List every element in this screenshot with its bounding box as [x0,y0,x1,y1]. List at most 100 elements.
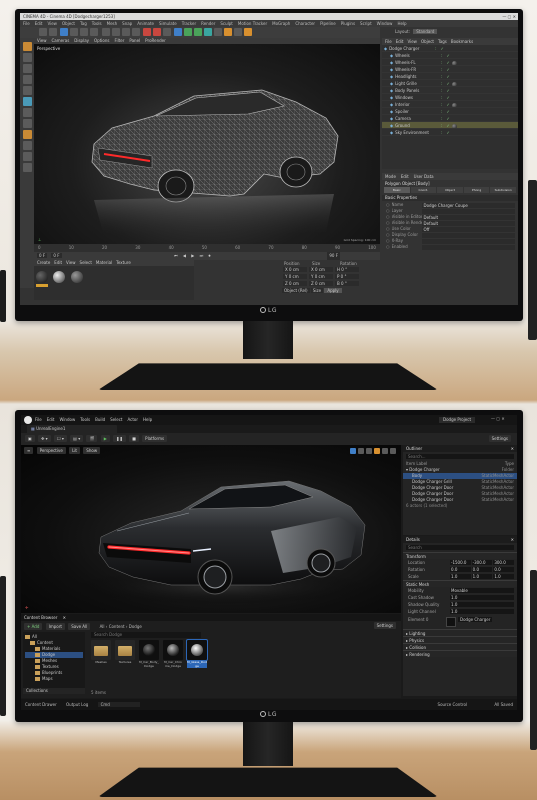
cb-asset-tile[interactable]: M_Car_Body_Dodge [139,640,159,672]
coord-field[interactable]: Y 0 cm [309,274,333,279]
enabled-check-icon[interactable]: ✓ [446,95,449,100]
enabled-check-icon[interactable]: ✓ [446,102,449,107]
ue-menu-file[interactable]: File [35,417,42,422]
det-value-field[interactable]: 300.0 [493,560,515,565]
frame-current[interactable]: 0 F [51,253,62,258]
object-manager-menu-tags[interactable]: Tags [438,39,447,44]
enabled-check-icon[interactable]: ✓ [446,88,449,93]
attr-menu-mode[interactable]: Mode [385,174,396,179]
playback-controls[interactable]: ⏮ ◀ ▶ ⏭ ⏺ [174,252,212,260]
visibility-dots-icon[interactable]: : [441,74,442,79]
attr-value[interactable] [421,232,515,238]
outliner-close-icon[interactable]: ✕ [511,445,514,452]
c4d-menu-view[interactable]: View [47,21,57,26]
material-tag-icon[interactable] [451,60,457,65]
viewport-menu-filter[interactable]: Filter [114,38,124,43]
attr-subtab-basic[interactable]: Basic [384,187,410,193]
material-tag-icon[interactable] [451,81,457,86]
ue-level-tab[interactable]: ▦ UnrealEngine1 [27,425,117,433]
enabled-check-icon[interactable]: ✓ [446,109,449,114]
ue-viewport[interactable]: ≡ Perspective Lit Show ✛ [21,445,401,613]
object-manager-menu-view[interactable]: View [407,39,417,44]
object-row[interactable]: ◆ Windows: ✓ [382,94,518,101]
ue-menu-edit[interactable]: Edit [47,417,55,422]
object-row[interactable]: ◆ Wheels: ✓ [382,52,518,59]
frame-end[interactable]: 90 F [327,252,340,260]
det-value-field[interactable]: Movable [450,588,514,593]
det-value-field[interactable]: 0.0 [450,567,471,572]
object-manager-menu-bookmarks[interactable]: Bookmarks [451,39,473,44]
c4d-menu-mesh[interactable]: Mesh [107,21,118,26]
material-body-ball[interactable] [36,271,48,283]
attr-value[interactable] [421,208,515,214]
enabled-check-icon[interactable]: ✓ [446,60,449,65]
attr-subtab-object[interactable]: Object [437,187,463,193]
visibility-dots-icon[interactable]: : [435,46,436,51]
c4d-menu-file[interactable]: File [23,21,30,26]
visibility-dots-icon[interactable]: : [441,116,442,121]
attr-menu-user-data[interactable]: User Data [414,174,434,179]
workplane-icon[interactable] [22,141,32,150]
visibility-dots-icon[interactable]: : [441,95,442,100]
attr-value[interactable] [421,244,515,250]
status-content-drawer[interactable]: Content Drawer [25,702,57,707]
c4d-menu-render[interactable]: Render [201,21,215,26]
c4d-menu-motion-tracker[interactable]: Motion Tracker [238,21,267,26]
coord-field[interactable]: B 0 ° [335,281,359,286]
object-manager-menu-edit[interactable]: Edit [396,39,404,44]
pen-icon[interactable] [184,28,193,36]
enabled-check-icon[interactable]: ✓ [446,81,449,86]
array-icon[interactable] [204,28,213,36]
frame-start[interactable]: 0 F [37,253,48,258]
render-settings-icon[interactable] [162,28,171,36]
cb-asset-tile[interactable]: Textures [115,640,135,672]
cinematics-button[interactable]: 🎬 [86,435,98,442]
viewport-menu-display[interactable]: Display [74,38,89,43]
coord-field[interactable]: X 0 cm [283,267,307,272]
outliner-search[interactable]: Search... [406,454,514,459]
axis-mode-icon[interactable] [22,108,32,117]
cb-search[interactable]: Search Dodge [91,632,201,638]
mode-select-button[interactable]: ✥ ▾ [38,435,51,442]
cb-path-segment[interactable]: Dodge [129,624,142,629]
det-value-field[interactable]: 1.0 [450,609,514,614]
undo-icon[interactable] [39,28,47,36]
c4d-menu-pipeline[interactable]: Pipeline [320,21,336,26]
c4d-menu-help[interactable]: Help [397,21,406,26]
tweak-mode-icon[interactable] [22,119,32,128]
ue-window-controls[interactable]: — ▢ ✕ [491,416,505,421]
enabled-check-icon[interactable]: ✓ [446,74,449,79]
window-controls[interactable]: — ▢ ✕ [502,13,516,20]
status-cmd[interactable]: Cmd [97,702,140,707]
cb-save-button[interactable]: Save All [68,623,91,630]
attr-subtab-subdivision[interactable]: Subdivision [490,187,516,193]
coord-system-icon[interactable] [131,28,140,36]
cb-settings-button[interactable]: Settings [373,622,396,629]
z-axis-icon[interactable] [121,28,130,36]
material-menu-select[interactable]: Select [80,260,92,265]
enabled-check-icon[interactable]: ✓ [446,53,449,58]
visibility-dots-icon[interactable]: : [441,67,442,72]
object-manager-menu-object[interactable]: Object [421,39,434,44]
coord-field[interactable]: H 0 ° [335,267,359,272]
attr-value[interactable]: Default [421,220,515,226]
viewport-menu-options[interactable]: Options [94,38,109,43]
snap-icon[interactable] [22,130,32,139]
visibility-dots-icon[interactable]: : [441,53,442,58]
pause-button[interactable]: ❚❚ [113,435,126,442]
cb-add-button[interactable]: + Add [24,623,43,630]
visibility-dots-icon[interactable]: : [441,123,442,128]
cb-collections[interactable]: Collections [23,688,85,694]
play-button[interactable]: ▶ [100,435,110,442]
layout-selector[interactable]: Layout: Standard [395,29,438,35]
det-value-field[interactable]: 0.0 [493,567,515,572]
c4d-menu-object[interactable]: Object [62,21,75,26]
c4d-menu-sculpt[interactable]: Sculpt [220,21,233,26]
cb-close-icon[interactable]: ✕ [63,615,66,620]
viewport-menu-view[interactable]: View [37,38,47,43]
stop-button[interactable]: ■ [129,435,139,442]
c4d-menu-script[interactable]: Script [360,21,372,26]
det-value-field[interactable]: 0.0 [471,567,493,572]
make-editable-icon[interactable] [22,42,32,51]
det-value-field[interactable]: 1.0 [493,574,515,579]
